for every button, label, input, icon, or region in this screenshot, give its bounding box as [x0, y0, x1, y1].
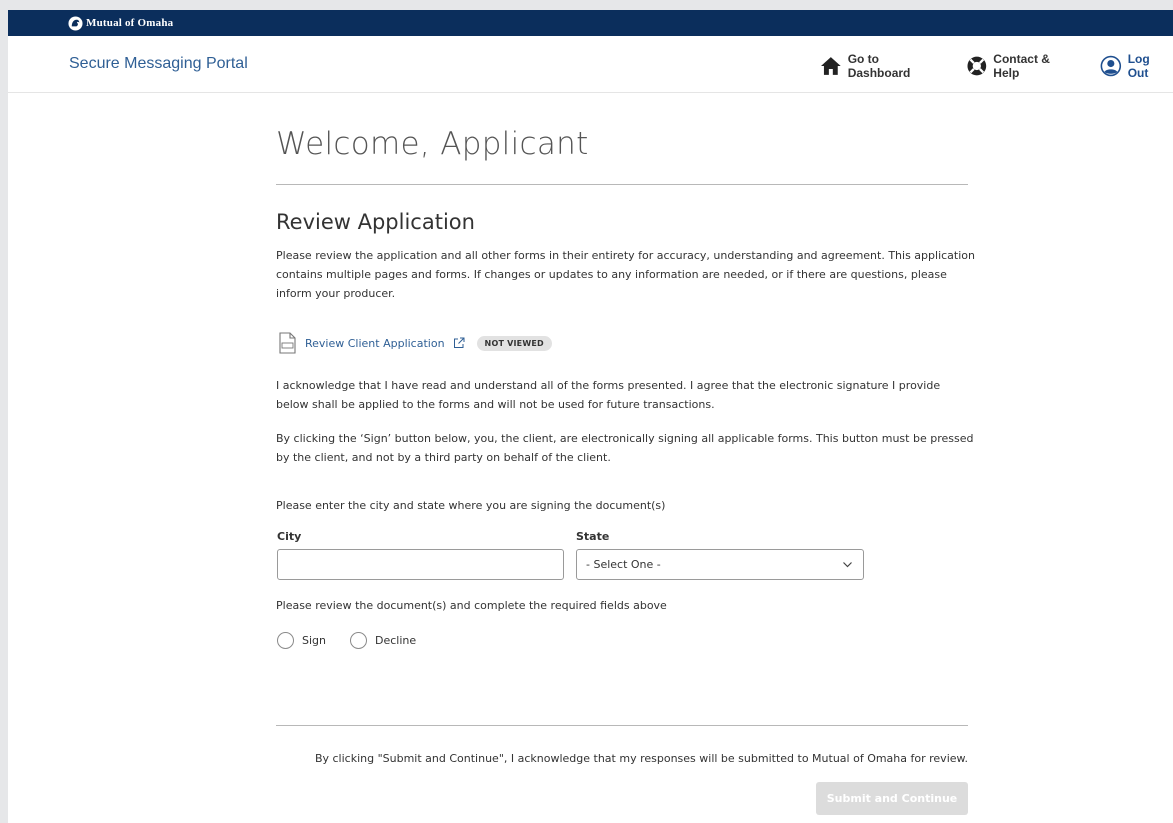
chevron-down-icon	[843, 562, 852, 568]
divider	[276, 184, 968, 185]
header-nav: Go to Dashboard Contact & Help Log Out	[820, 52, 1173, 80]
welcome-heading: Welcome, Applicant	[276, 126, 589, 162]
document-row: Review Client Application NOT VIEWED	[277, 332, 552, 354]
user-circle-icon	[1100, 55, 1122, 77]
city-label: City	[277, 530, 302, 543]
city-input[interactable]	[277, 549, 564, 580]
section-title: Review Application	[276, 210, 475, 234]
submit-and-continue-button[interactable]: Submit and Continue	[816, 782, 968, 815]
help-label: Contact & Help	[993, 52, 1050, 80]
dashboard-label: Go to Dashboard	[847, 52, 911, 80]
site-header: Secure Messaging Portal Go to Dashboard …	[8, 36, 1173, 93]
decline-radio[interactable]	[350, 632, 367, 649]
review-client-application-link[interactable]: Review Client Application	[305, 337, 445, 350]
sign-decline-radio-group: Sign Decline	[277, 632, 440, 649]
home-icon	[820, 57, 841, 75]
decline-radio-label: Decline	[375, 634, 417, 647]
status-badge: NOT VIEWED	[476, 335, 552, 351]
decline-radio-option[interactable]: Decline	[350, 632, 416, 649]
external-link-icon[interactable]	[453, 337, 465, 349]
location-prompt: Please enter the city and state where yo…	[276, 499, 666, 512]
sign-radio-option[interactable]: Sign	[277, 632, 326, 649]
pdf-document-icon	[277, 332, 297, 354]
brand-bar: Mutual of Omaha	[8, 10, 1173, 36]
brand-logo-text: Mutual of Omaha	[86, 17, 174, 29]
go-to-dashboard-link[interactable]: Go to Dashboard	[820, 52, 944, 80]
acknowledgement-text: I acknowledge that I have read and under…	[276, 379, 941, 411]
lion-logo-icon	[68, 15, 83, 31]
submit-acknowledgement: By clicking "Submit and Continue", I ack…	[314, 752, 968, 765]
required-fields-notice: Please review the document(s) and comple…	[276, 599, 667, 612]
brand-logo[interactable]: Mutual of Omaha	[68, 15, 173, 31]
page: Secure Messaging Portal Go to Dashboard …	[8, 36, 1173, 823]
sign-notice-text: By clicking the ‘Sign’ button below, you…	[276, 432, 974, 464]
sign-radio-label: Sign	[302, 634, 326, 647]
state-label: State	[576, 530, 610, 543]
logout-label: Log Out	[1127, 52, 1150, 80]
contact-help-link[interactable]: Contact & Help	[966, 52, 1078, 80]
sign-radio[interactable]	[277, 632, 294, 649]
state-selected-value: - Select One -	[586, 558, 661, 571]
intro-text: Please review the application and all ot…	[276, 249, 975, 300]
log-out-link[interactable]: Log Out	[1100, 52, 1173, 80]
portal-title[interactable]: Secure Messaging Portal	[69, 55, 248, 73]
state-select[interactable]: - Select One -	[576, 549, 864, 580]
divider	[276, 725, 968, 726]
help-lifebuoy-icon	[967, 56, 986, 76]
